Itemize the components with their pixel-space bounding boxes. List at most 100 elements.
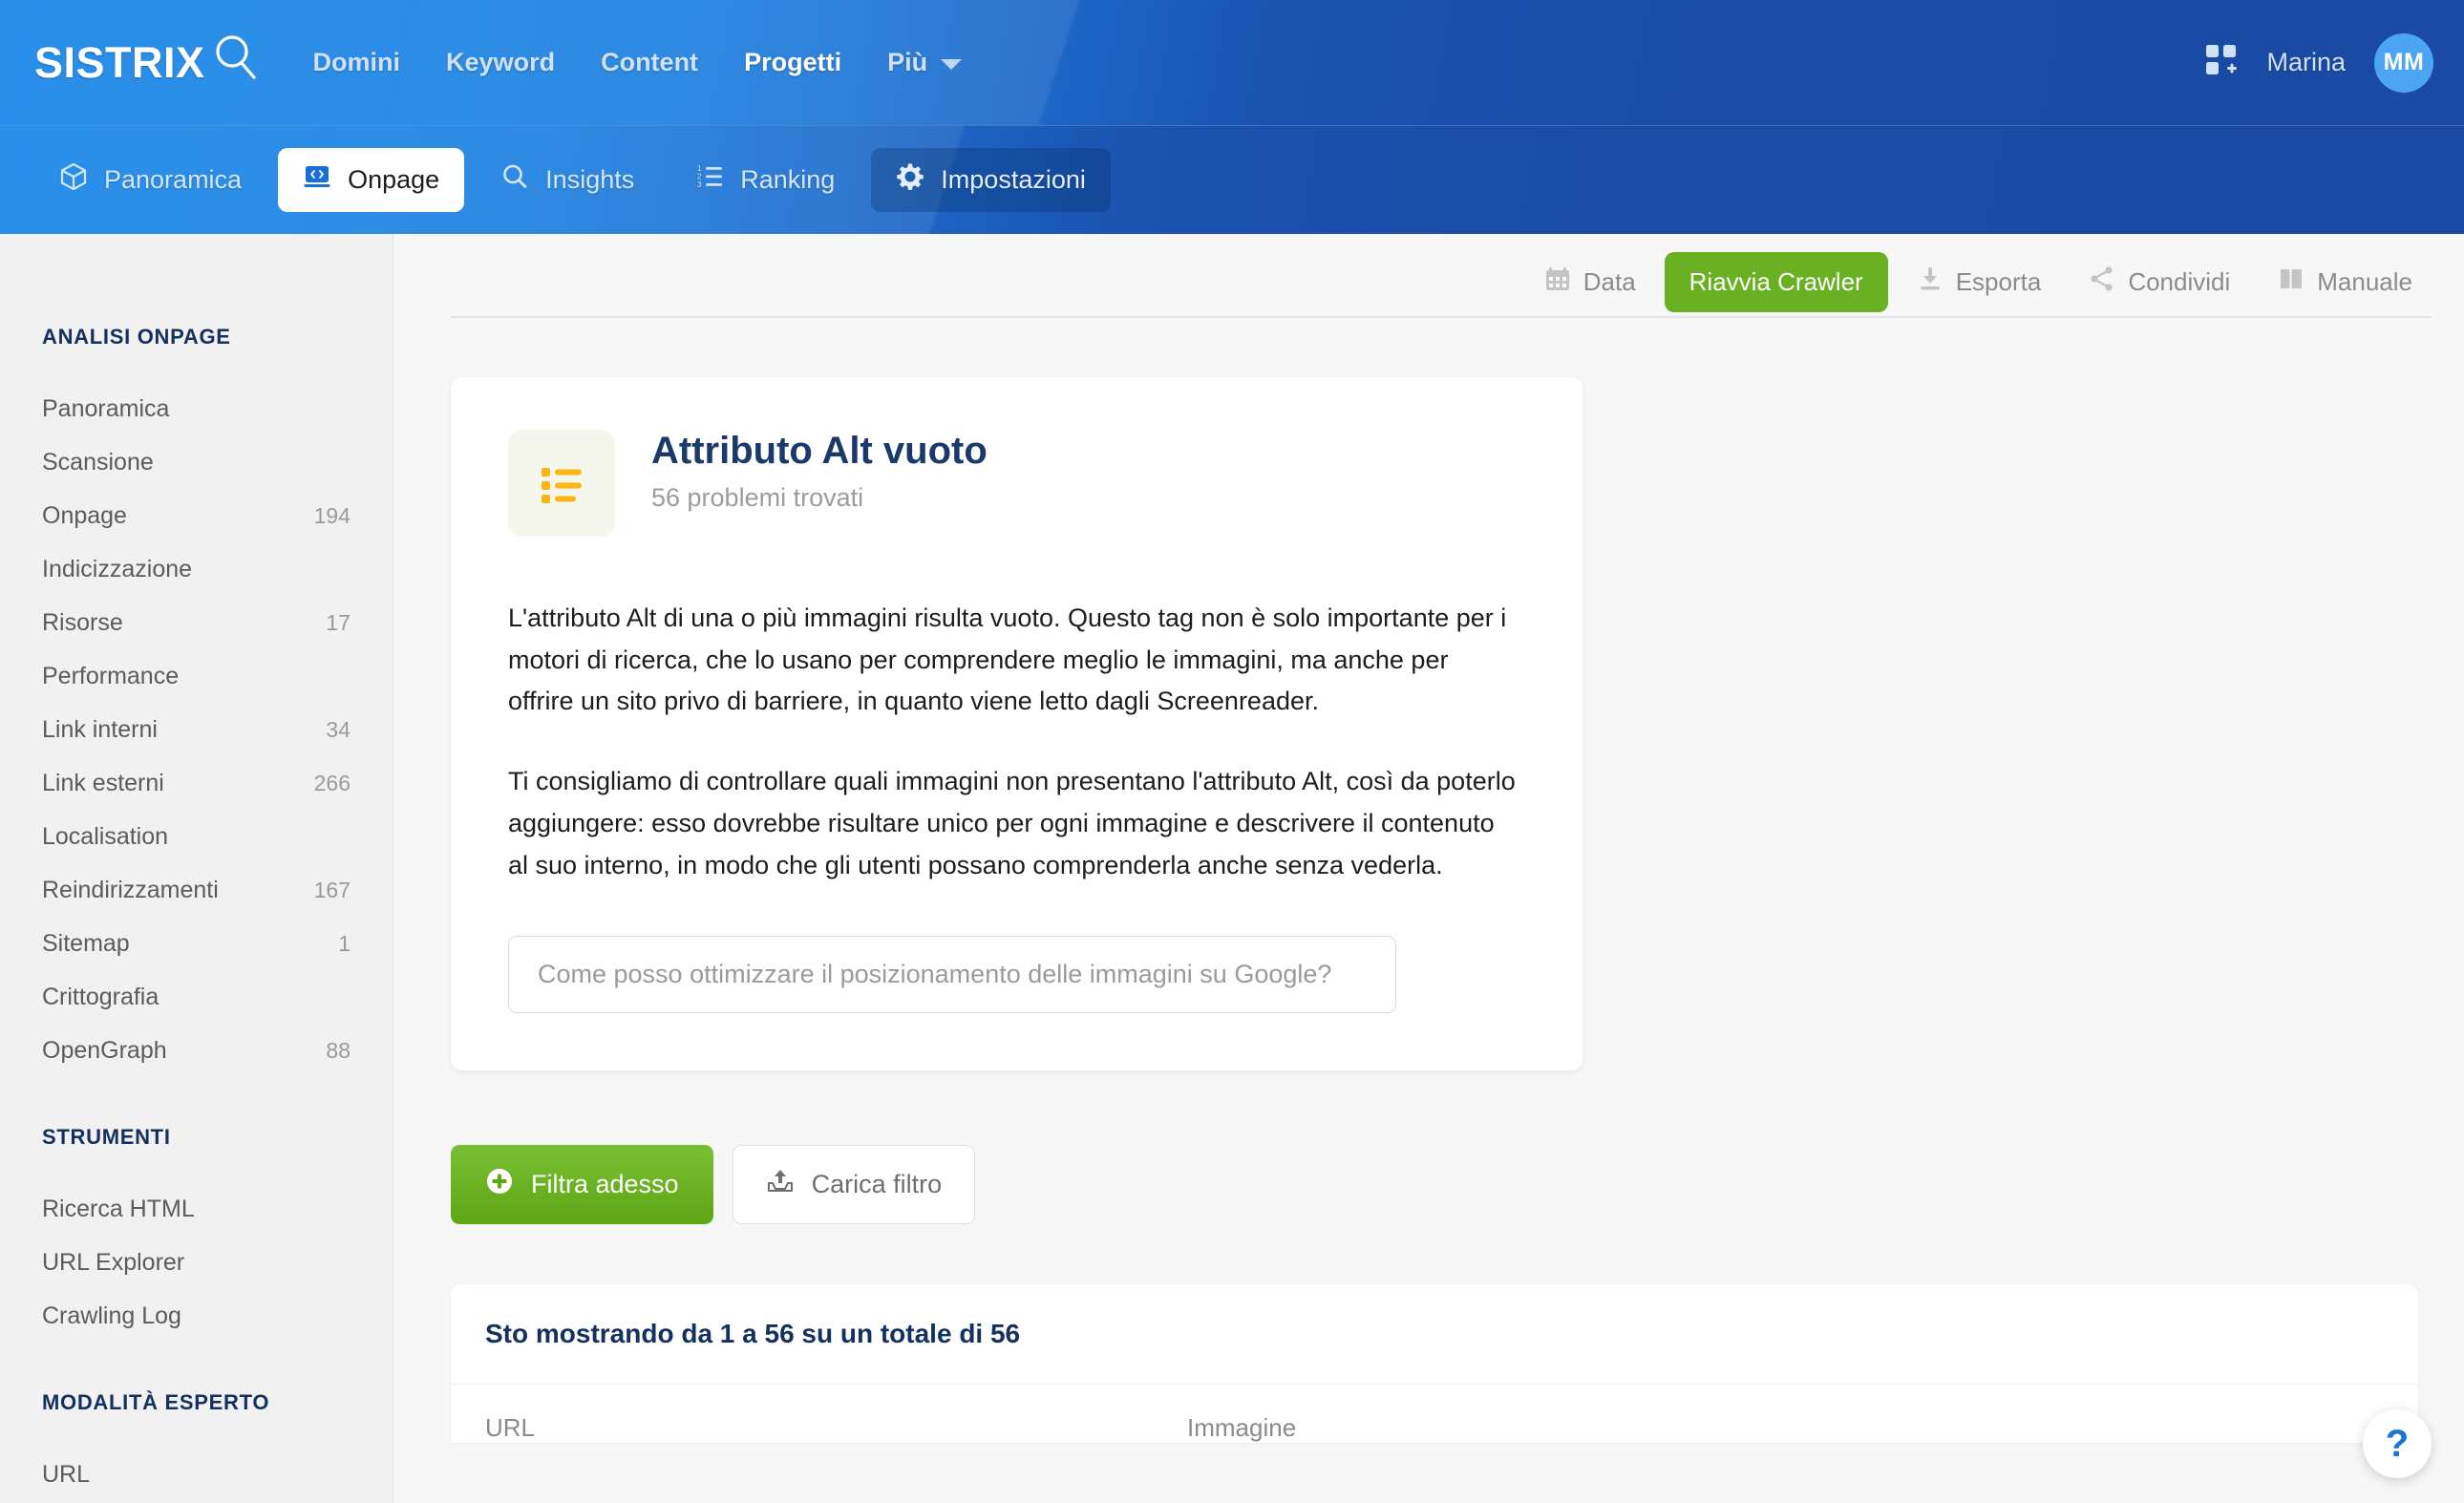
download-icon xyxy=(1917,265,1944,299)
sidebar-item-url-explorer[interactable]: URL Explorer xyxy=(0,1236,393,1289)
sidebar-item-url[interactable]: URL xyxy=(0,1448,393,1501)
sidebar-item-link-interni[interactable]: Link interni 34 xyxy=(0,703,393,756)
sidebar-item-ricerca-html[interactable]: Ricerca HTML xyxy=(0,1182,393,1236)
sidebar-section-analisi-onpage: ANALISI ONPAGE xyxy=(42,325,231,349)
subnav-item-impostazioni[interactable]: Impostazioni xyxy=(871,148,1111,212)
share-button[interactable]: Condividi xyxy=(2070,252,2249,312)
sidebar-item-label: Link esterni xyxy=(42,769,164,796)
column-header-immagine[interactable]: Immagine xyxy=(1187,1413,1296,1443)
load-filter-label: Carica filtro xyxy=(811,1170,943,1199)
logo-wordmark: SISTRIX xyxy=(34,37,205,87)
project-subnav: Panoramica Onpage Insights 1 2 3 Ranking… xyxy=(0,125,2464,234)
issue-paragraph-2: Ti consigliamo di controllare quali imma… xyxy=(508,767,1516,879)
sidebar-item-scansione[interactable]: Scansione xyxy=(0,435,393,489)
nav-item-keyword[interactable]: Keyword xyxy=(446,48,555,77)
sidebar-item-panoramica[interactable]: Panoramica xyxy=(0,382,393,435)
subnav-label: Ranking xyxy=(740,165,836,194)
sidebar-item-sitemap[interactable]: Sitemap 1 xyxy=(0,917,393,970)
svg-text:3: 3 xyxy=(697,180,702,189)
sidebar-item-reindirizzamenti[interactable]: Reindirizzamenti 167 xyxy=(0,863,393,917)
plus-circle-icon xyxy=(485,1167,514,1202)
sidebar-item-count: 34 xyxy=(326,716,350,742)
upload-tray-icon xyxy=(766,1167,795,1202)
sidebar-item-crawling-log[interactable]: Crawling Log xyxy=(0,1289,393,1343)
sidebar-item-label: URL Explorer xyxy=(42,1248,185,1276)
sidebar-item-count: 17 xyxy=(326,609,350,635)
monitor-code-icon xyxy=(303,162,331,198)
sidebar-item-risorse[interactable]: Risorse 17 xyxy=(0,596,393,649)
sidebar-item-label: Panoramica xyxy=(42,394,170,422)
manual-button[interactable]: Manuale xyxy=(2259,252,2432,312)
subnav-label: Insights xyxy=(545,165,635,194)
export-button-label: Esporta xyxy=(1955,266,2042,296)
sidebar-item-indicizzazione[interactable]: Indicizzazione xyxy=(0,542,393,596)
subnav-item-onpage[interactable]: Onpage xyxy=(278,148,465,212)
ordered-list-icon: 1 2 3 xyxy=(695,162,724,198)
sidebar-item-label: Sitemap xyxy=(42,929,130,957)
issue-card: Attributo Alt vuoto 56 problemi trovati … xyxy=(451,377,1582,1071)
chevron-down-icon xyxy=(941,58,963,70)
page-title: Attributo Alt vuoto xyxy=(651,430,988,472)
sidebar-item-label: Ricerca HTML xyxy=(42,1195,195,1222)
sidebar-item-opengraph[interactable]: OpenGraph 88 xyxy=(0,1024,393,1077)
apply-filter-button[interactable]: Filtra adesso xyxy=(451,1145,713,1225)
suggested-question-button[interactable]: Come posso ottimizzare il posizionamento… xyxy=(508,936,1396,1014)
sidebar-item-label: Localisation xyxy=(42,822,169,850)
nav-item-progetti[interactable]: Progetti xyxy=(744,48,841,77)
nav-item-content[interactable]: Content xyxy=(601,48,698,77)
nav-item-piu[interactable]: Più xyxy=(887,48,963,77)
nav-label: Content xyxy=(601,48,699,76)
sidebar-section-modalita-esperto: MODALITÀ ESPERTO xyxy=(42,1390,270,1414)
sistrix-logo[interactable]: SISTRIX xyxy=(34,32,261,93)
avatar[interactable]: MM xyxy=(2374,32,2433,93)
sidebar-item-label: Crittografia xyxy=(42,983,159,1010)
sidebar-item-count: 266 xyxy=(313,770,350,795)
issue-paragraph-1: L'attributo Alt di una o più immagini ri… xyxy=(508,603,1507,716)
sidebar-item-label: OpenGraph xyxy=(42,1036,167,1064)
sidebar-item-label: Onpage xyxy=(42,501,127,529)
column-header-url[interactable]: URL xyxy=(485,1413,1187,1443)
sidebar-item-performance[interactable]: Performance xyxy=(0,649,393,703)
sidebar-section-strumenti: STRUMENTI xyxy=(42,1125,171,1149)
sidebar-item-count: 167 xyxy=(313,877,350,902)
export-button[interactable]: Esporta xyxy=(1898,252,2061,312)
header-right-cluster: Marina MM xyxy=(2205,32,2433,93)
left-sidebar: ANALISI ONPAGE Panoramica Scansione Onpa… xyxy=(0,234,393,1503)
subnav-item-ranking[interactable]: 1 2 3 Ranking xyxy=(670,148,860,212)
sidebar-item-count: 1 xyxy=(338,930,350,956)
subnav-label: Panoramica xyxy=(104,165,243,194)
date-button[interactable]: Data xyxy=(1525,252,1655,312)
sidebar-item-localisation[interactable]: Localisation xyxy=(0,810,393,863)
subnav-item-insights[interactable]: Insights xyxy=(476,148,659,212)
nav-label: Più xyxy=(887,48,928,76)
gear-icon xyxy=(896,162,924,198)
sidebar-item-link-esterni[interactable]: Link esterni 266 xyxy=(0,756,393,810)
manual-button-label: Manuale xyxy=(2317,266,2412,296)
share-button-label: Condividi xyxy=(2128,266,2231,296)
apps-grid-icon[interactable] xyxy=(2205,44,2238,81)
subnav-item-panoramica[interactable]: Panoramica xyxy=(34,148,266,212)
help-button[interactable]: ? xyxy=(2363,1409,2432,1478)
sidebar-item-crittografia[interactable]: Crittografia xyxy=(0,970,393,1024)
calendar-icon xyxy=(1544,265,1571,299)
restart-crawler-button[interactable]: Riavvia Crawler xyxy=(1664,251,1888,312)
sidebar-item-label: Link interni xyxy=(42,715,158,743)
issue-card-header: Attributo Alt vuoto 56 problemi trovati xyxy=(508,430,1525,537)
sidebar-item-onpage[interactable]: Onpage 194 xyxy=(0,489,393,542)
sidebar-item-label: Risorse xyxy=(42,608,123,636)
load-filter-button[interactable]: Carica filtro xyxy=(732,1145,976,1225)
sidebar-item-label: Performance xyxy=(42,662,180,689)
sidebar-item-label: Crawling Log xyxy=(42,1302,181,1329)
restart-crawler-label: Riavvia Crawler xyxy=(1689,266,1863,296)
subnav-label: Impostazioni xyxy=(941,165,1086,194)
question-mark-icon: ? xyxy=(2385,1422,2410,1465)
page-body: ANALISI ONPAGE Panoramica Scansione Onpa… xyxy=(0,234,2464,1503)
results-panel: Sto mostrando da 1 a 56 su un totale di … xyxy=(451,1284,2418,1444)
nav-label: Progetti xyxy=(744,48,842,76)
nav-item-domini[interactable]: Domini xyxy=(313,48,401,77)
sidebar-item-label: URL xyxy=(42,1460,91,1488)
issue-count-label: 56 problemi trovati xyxy=(651,483,864,512)
user-name-label[interactable]: Marina xyxy=(2266,48,2346,77)
book-icon xyxy=(2278,265,2305,299)
